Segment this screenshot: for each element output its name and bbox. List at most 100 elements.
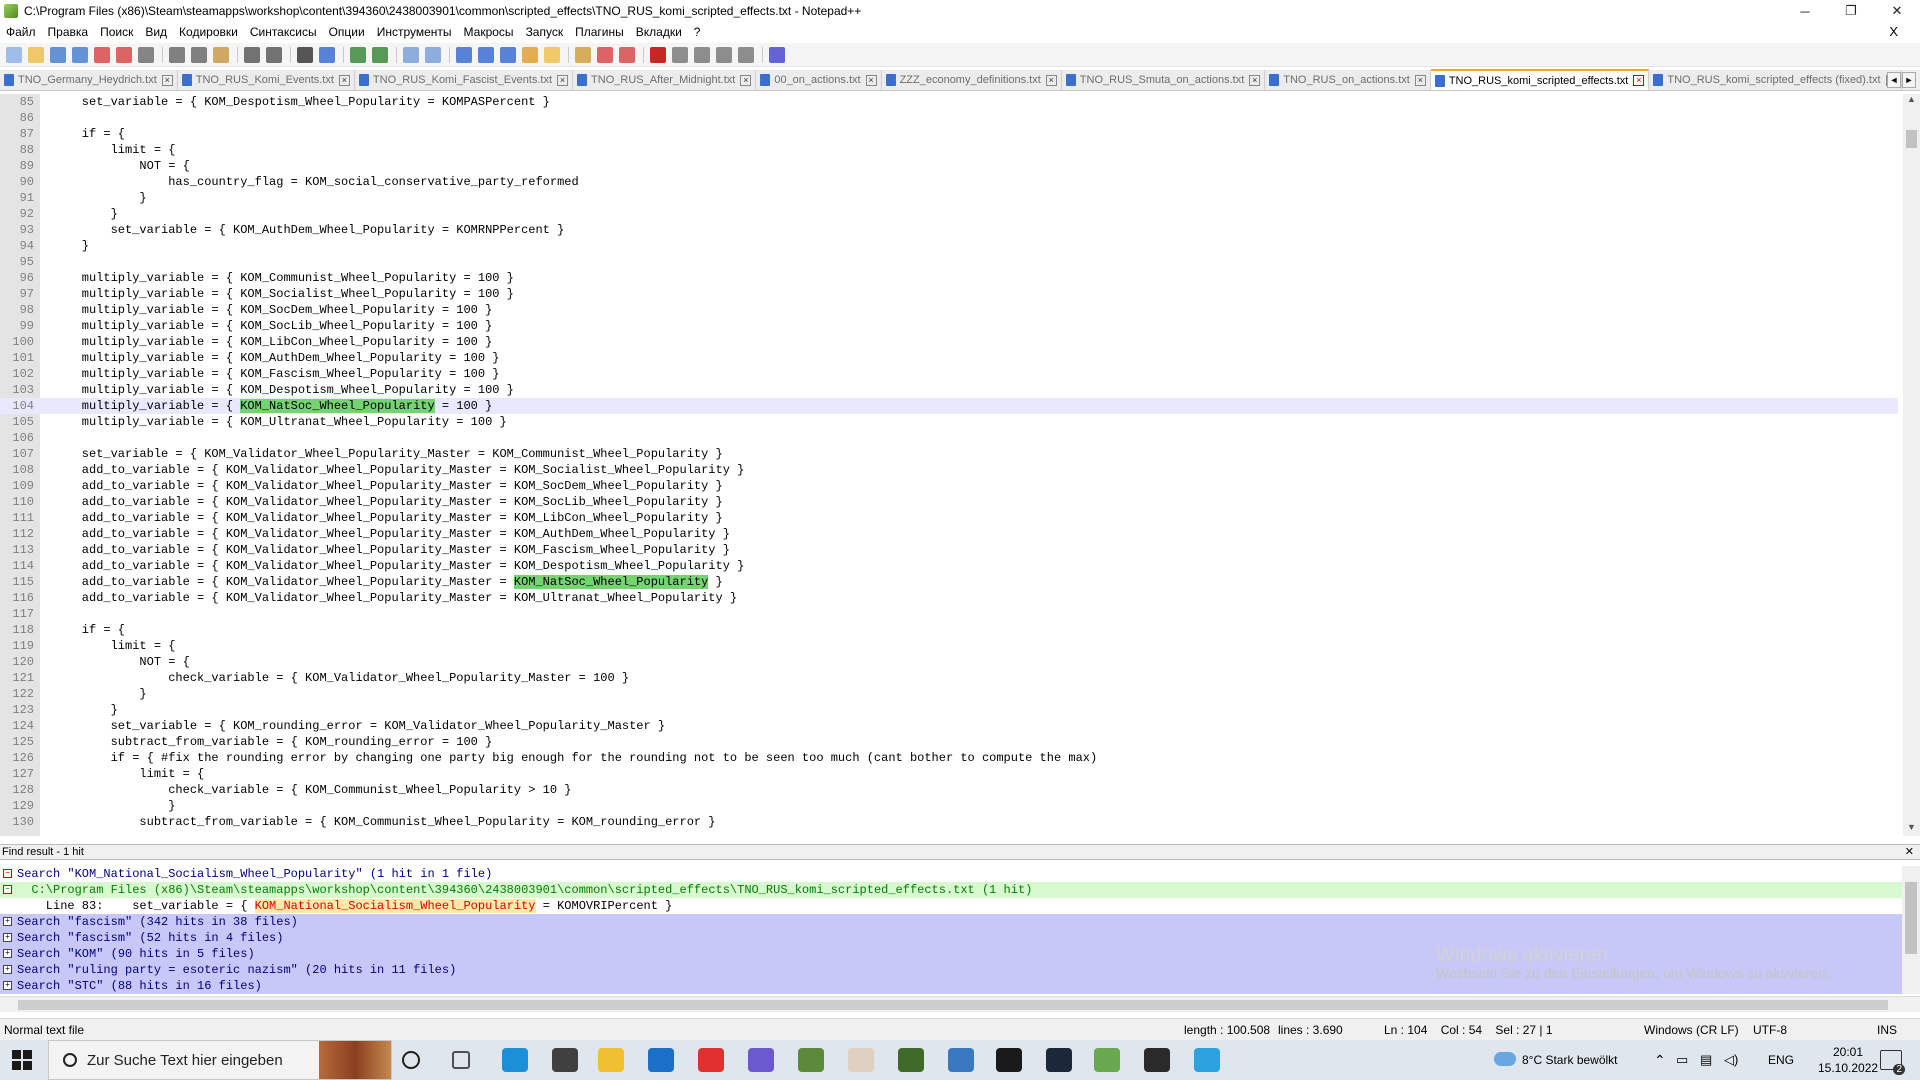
spell-check-icon[interactable] bbox=[769, 46, 785, 63]
code-editor[interactable]: 85 set_variable = { KOM_Despotism_Wheel_… bbox=[0, 94, 1920, 836]
code-line[interactable]: 101 multiply_variable = { KOM_AuthDem_Wh… bbox=[0, 350, 1898, 366]
code-line[interactable]: 90 has_country_flag = KOM_social_conserv… bbox=[0, 174, 1898, 190]
code-line[interactable]: 89 NOT = { bbox=[0, 158, 1898, 174]
collapse-icon[interactable]: − bbox=[3, 885, 12, 894]
code-line[interactable]: 114 add_to_variable = { KOM_Validator_Wh… bbox=[0, 558, 1898, 574]
undo-icon[interactable] bbox=[244, 46, 260, 63]
tab-close-icon[interactable]: × bbox=[161, 74, 173, 86]
cortana-icon[interactable] bbox=[402, 1051, 420, 1069]
menu-help[interactable]: ? bbox=[694, 25, 701, 39]
steam-icon[interactable] bbox=[1046, 1048, 1072, 1072]
close-document-button[interactable]: X bbox=[1889, 24, 1898, 39]
store-icon[interactable] bbox=[552, 1048, 578, 1072]
search-result-file[interactable]: − C:\Program Files (x86)\Steam\steamapps… bbox=[0, 882, 1902, 898]
code-line[interactable]: 122 } bbox=[0, 686, 1898, 702]
tab-next-button[interactable]: ► bbox=[1902, 72, 1916, 88]
code-line[interactable]: 106 bbox=[0, 430, 1898, 446]
battery-icon[interactable]: ▤ bbox=[1700, 1040, 1712, 1080]
menu-encoding[interactable]: Кодировки bbox=[179, 25, 238, 39]
tab-tno-rus-after-midnight-txt[interactable]: TNO_RUS_After_Midnight.txt × bbox=[573, 70, 757, 90]
save-icon[interactable] bbox=[50, 46, 66, 63]
zoom-out-icon[interactable] bbox=[372, 46, 388, 63]
code-line[interactable]: 130 subtract_from_variable = { KOM_Commu… bbox=[0, 814, 1898, 830]
stop-macro-icon[interactable] bbox=[672, 46, 688, 63]
find-icon[interactable] bbox=[297, 46, 313, 63]
code-line[interactable]: 104 multiply_variable = { KOM_NatSoc_Whe… bbox=[0, 398, 1898, 414]
code-line[interactable]: 123 } bbox=[0, 702, 1898, 718]
menu-language[interactable]: Синтаксисы bbox=[250, 25, 317, 39]
maximize-button[interactable]: ❐ bbox=[1828, 0, 1874, 22]
expand-icon[interactable]: + bbox=[3, 933, 12, 942]
collapse-icon[interactable]: − bbox=[3, 869, 12, 878]
code-line[interactable]: 93 set_variable = { KOM_AuthDem_Wheel_Po… bbox=[0, 222, 1898, 238]
menu-view[interactable]: Вид bbox=[145, 25, 167, 39]
code-line[interactable]: 112 add_to_variable = { KOM_Validator_Wh… bbox=[0, 526, 1898, 542]
code-line[interactable]: 100 multiply_variable = { KOM_LibCon_Whe… bbox=[0, 334, 1898, 350]
code-line[interactable]: 121 check_variable = { KOM_Validator_Whe… bbox=[0, 670, 1898, 686]
open-file-icon[interactable] bbox=[28, 46, 44, 63]
tab-close-icon[interactable]: × bbox=[740, 74, 752, 86]
code-line[interactable]: 97 multiply_variable = { KOM_Socialist_W… bbox=[0, 286, 1898, 302]
paste-icon[interactable] bbox=[213, 46, 229, 63]
scroll-up-arrow-icon[interactable]: ▲ bbox=[1903, 94, 1920, 108]
tab-tno-rus-on-actions-txt[interactable]: TNO_RUS_on_actions.txt × bbox=[1265, 70, 1431, 90]
code-line[interactable]: 105 multiply_variable = { KOM_Ultranat_W… bbox=[0, 414, 1898, 430]
print-icon[interactable] bbox=[138, 46, 154, 63]
input-language[interactable]: ENG bbox=[1768, 1040, 1794, 1080]
code-line[interactable]: 96 multiply_variable = { KOM_Communist_W… bbox=[0, 270, 1898, 286]
code-line[interactable]: 116 add_to_variable = { KOM_Validator_Wh… bbox=[0, 590, 1898, 606]
sync-h-icon[interactable] bbox=[425, 46, 441, 63]
expand-icon[interactable]: + bbox=[3, 917, 12, 926]
code-line[interactable]: 126 if = { #fix the rounding error by ch… bbox=[0, 750, 1898, 766]
save-all-icon[interactable] bbox=[72, 46, 88, 63]
code-line[interactable]: 110 add_to_variable = { KOM_Validator_Wh… bbox=[0, 494, 1898, 510]
expand-icon[interactable]: + bbox=[3, 965, 12, 974]
code-line[interactable]: 87 if = { bbox=[0, 126, 1898, 142]
code-line[interactable]: 124 set_variable = { KOM_rounding_error … bbox=[0, 718, 1898, 734]
redo-icon[interactable] bbox=[266, 46, 282, 63]
code-line[interactable]: 117 bbox=[0, 606, 1898, 622]
status-eol[interactable]: Windows (CR LF) bbox=[1644, 1019, 1739, 1041]
task-view-icon[interactable] bbox=[452, 1051, 470, 1069]
code-line[interactable]: 107 set_variable = { KOM_Validator_Wheel… bbox=[0, 446, 1898, 462]
expand-icon[interactable]: + bbox=[3, 981, 12, 990]
cut-icon[interactable] bbox=[169, 46, 185, 63]
code-line[interactable]: 118 if = { bbox=[0, 622, 1898, 638]
menu-plugins[interactable]: Плагины bbox=[575, 25, 624, 39]
taskbar-search-box[interactable]: Zur Suche Text hier eingeben bbox=[48, 1040, 392, 1080]
code-line[interactable]: 128 check_variable = { KOM_Communist_Whe… bbox=[0, 782, 1898, 798]
udl-icon[interactable] bbox=[522, 46, 538, 63]
code-line[interactable]: 99 multiply_variable = { KOM_SocLib_Whee… bbox=[0, 318, 1898, 334]
replace-icon[interactable] bbox=[319, 46, 335, 63]
code-line[interactable]: 102 multiply_variable = { KOM_Fascism_Wh… bbox=[0, 366, 1898, 382]
tab-00-on-actions-txt[interactable]: 00_on_actions.txt × bbox=[756, 70, 882, 90]
code-line[interactable]: 91 } bbox=[0, 190, 1898, 206]
editor-vertical-scrollbar[interactable]: ▲ ▼ bbox=[1903, 94, 1920, 836]
close-icon[interactable] bbox=[94, 46, 110, 63]
code-line[interactable]: 127 limit = { bbox=[0, 766, 1898, 782]
telegram-icon[interactable] bbox=[1194, 1048, 1220, 1072]
menu-settings[interactable]: Опции bbox=[329, 25, 365, 39]
tab-tno-rus-komi-scripted-effects-fixed-txt[interactable]: TNO_RUS_komi_scripted_effects (fixed).tx… bbox=[1649, 70, 1902, 90]
play-macro-icon[interactable] bbox=[694, 46, 710, 63]
run-macro-multiple-icon[interactable] bbox=[716, 46, 732, 63]
python-icon[interactable] bbox=[948, 1048, 974, 1072]
function-list-icon[interactable] bbox=[575, 46, 591, 63]
close-all-icon[interactable] bbox=[116, 46, 132, 63]
tab-tno-rus-komi-fascist-events-txt[interactable]: TNO_RUS_Komi_Fascist_Events.txt × bbox=[354, 70, 574, 90]
menu-edit[interactable]: Правка bbox=[48, 25, 89, 39]
explorer-icon[interactable] bbox=[598, 1048, 624, 1072]
notepadpp-icon[interactable] bbox=[1094, 1048, 1120, 1072]
code-line[interactable]: 108 add_to_variable = { KOM_Validator_Wh… bbox=[0, 462, 1898, 478]
menu-macro[interactable]: Макросы bbox=[464, 25, 514, 39]
minimize-button[interactable]: ─ bbox=[1782, 0, 1828, 22]
copy-icon[interactable] bbox=[191, 46, 207, 63]
scroll-down-arrow-icon[interactable]: ▼ bbox=[1903, 822, 1920, 836]
zoom-in-icon[interactable] bbox=[350, 46, 366, 63]
code-line[interactable]: 109 add_to_variable = { KOM_Validator_Wh… bbox=[0, 478, 1898, 494]
tab-close-icon[interactable]: × bbox=[1249, 74, 1261, 86]
search-result-group[interactable]: + Search "fascism" (342 hits in 38 files) bbox=[0, 914, 1902, 930]
tab-close-icon[interactable]: × bbox=[1045, 74, 1057, 86]
minecraft-icon[interactable] bbox=[798, 1048, 824, 1072]
folder-workspace-icon[interactable] bbox=[597, 46, 613, 63]
